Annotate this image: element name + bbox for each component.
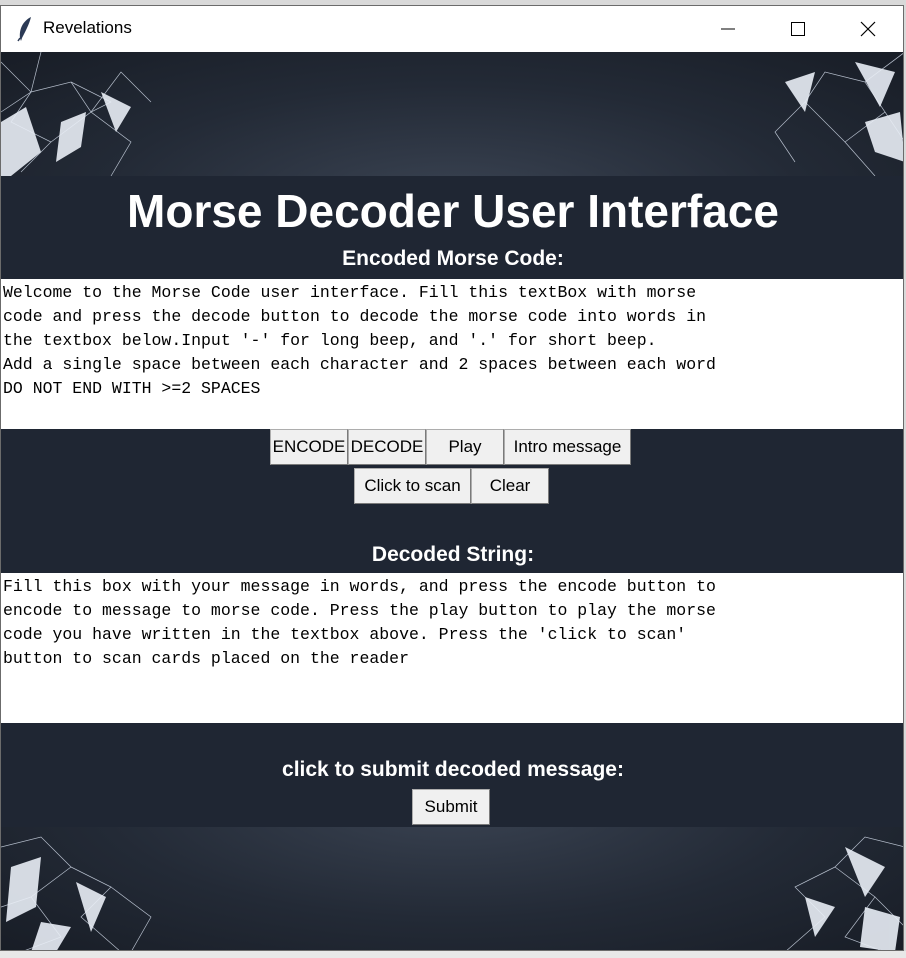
decode-button[interactable]: DECODE	[348, 429, 426, 465]
plexus-decoration-bottom-right	[786, 836, 903, 950]
submit-label: click to submit decoded message:	[282, 758, 624, 781]
taskbar-strip	[0, 951, 906, 958]
background-image-top	[1, 52, 903, 176]
clear-button[interactable]: Clear	[471, 468, 549, 504]
encode-button[interactable]: ENCODE	[270, 429, 348, 465]
title-bar[interactable]: Revelations	[1, 6, 903, 52]
plexus-decoration-left	[1, 52, 152, 176]
maximize-icon	[791, 22, 805, 36]
encoded-label: Encoded Morse Code:	[342, 247, 564, 270]
maximize-button[interactable]	[763, 6, 833, 52]
plexus-decoration-right	[774, 53, 903, 176]
minimize-button[interactable]	[693, 6, 763, 52]
page-title: Morse Decoder User Interface	[127, 185, 779, 237]
submit-button[interactable]: Submit	[412, 789, 490, 825]
close-icon	[860, 21, 876, 37]
decoded-label: Decoded String:	[371, 543, 535, 566]
play-button[interactable]: Play	[426, 429, 504, 465]
background-image-bottom	[1, 827, 903, 950]
app-window: Revelations Morse Decoder User Interface…	[0, 5, 904, 951]
minimize-icon	[721, 28, 735, 30]
feather-icon	[17, 17, 31, 42]
encoded-textbox[interactable]: Welcome to the Morse Code user interface…	[1, 279, 903, 429]
close-button[interactable]	[833, 6, 903, 52]
click-to-scan-button[interactable]: Click to scan	[354, 468, 471, 504]
plexus-decoration-bottom-left	[1, 836, 152, 950]
window-title: Revelations	[43, 18, 132, 37]
intro-message-button[interactable]: Intro message	[504, 429, 631, 465]
decoded-textbox[interactable]: Fill this box with your message in words…	[1, 573, 903, 723]
